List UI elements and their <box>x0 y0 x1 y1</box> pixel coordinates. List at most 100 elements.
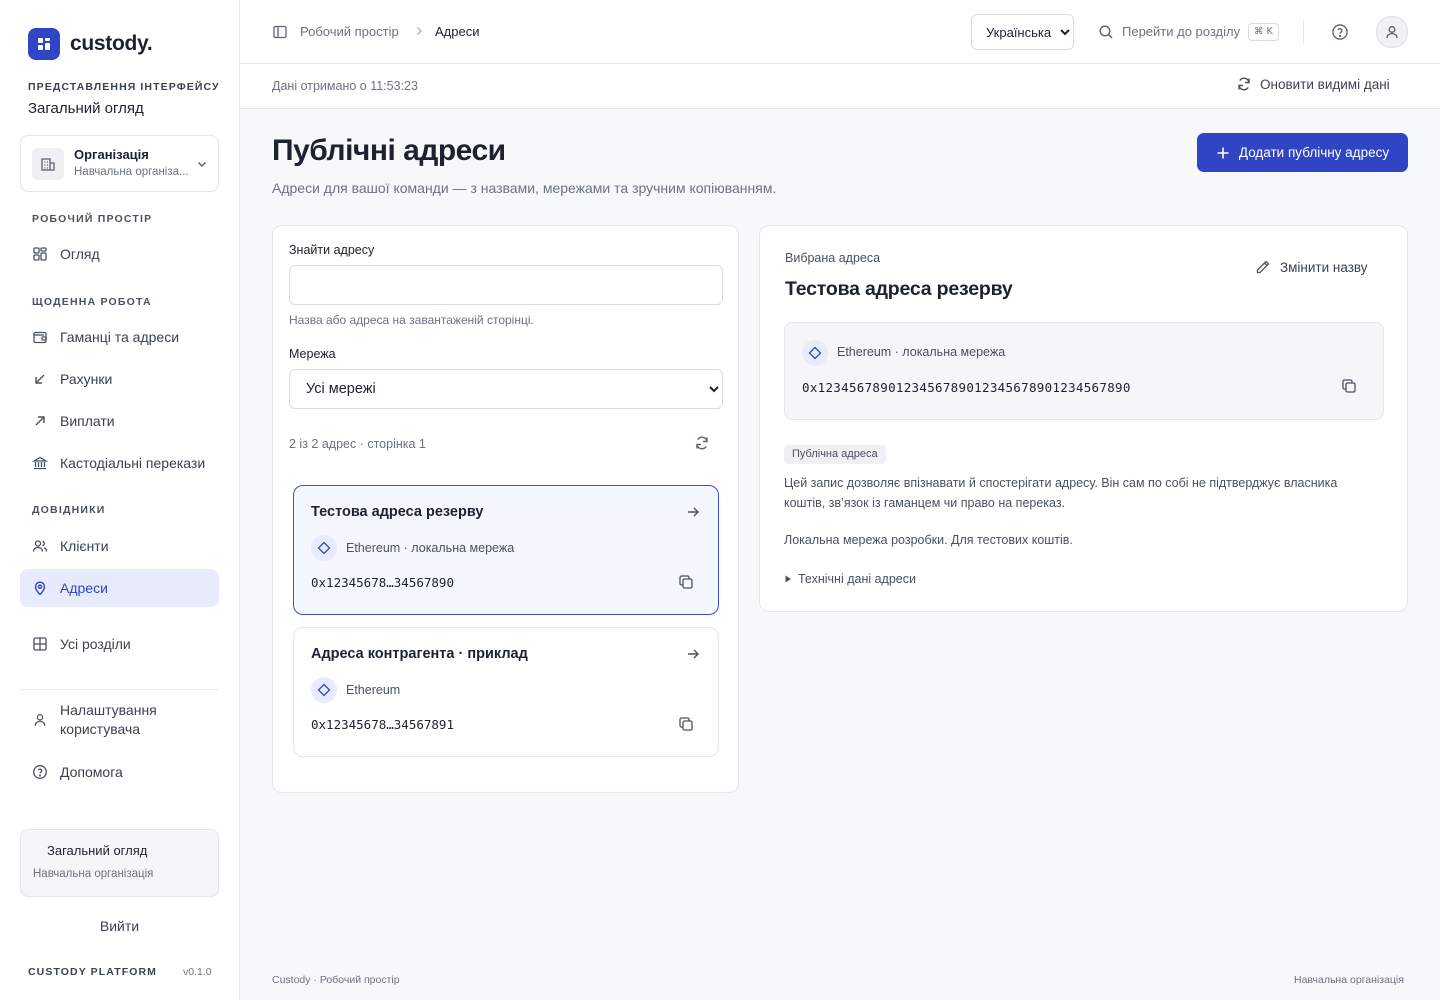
arrow-up-right-icon <box>32 413 48 429</box>
arrow-down-left-icon <box>32 371 48 387</box>
sidebar-item-invoices[interactable]: Рахунки <box>20 360 219 398</box>
network-select[interactable]: Усі мережі <box>289 369 723 409</box>
address-card-network: Ethereum <box>346 683 401 697</box>
logo-mark-icon <box>28 28 60 60</box>
sidebar-item-payouts[interactable]: Виплати <box>20 402 219 440</box>
ethereum-icon <box>802 340 828 366</box>
sidebar-item-overview[interactable]: Огляд <box>20 235 219 273</box>
bank-icon <box>32 455 48 471</box>
sidebar-item-label: Клієнти <box>60 538 109 554</box>
help-icon[interactable] <box>1331 23 1349 41</box>
add-public-address-button[interactable]: Додати публічну адресу <box>1197 133 1408 172</box>
status-bar: Дані отримано о 11:53:23 Оновити видимі … <box>240 64 1440 109</box>
ethereum-icon <box>311 535 337 561</box>
sidebar-item-custodial-transfers[interactable]: Кастодіальні перекази <box>20 444 219 482</box>
address-list-panel: Знайти адресу Назва або адреса на завант… <box>272 225 739 793</box>
sidebar-item-label: Усі розділи <box>60 636 131 652</box>
sidebar-item-wallets[interactable]: Гаманці та адреси <box>20 318 219 356</box>
breadcrumb-current: Адреси <box>435 24 480 39</box>
users-icon <box>32 538 48 554</box>
profile-org: Навчальна організація <box>33 868 154 880</box>
sidebar: custody. ПРЕДСТАВЛЕННЯ ІНТЕРФЕЙСУ Загаль… <box>0 0 240 1000</box>
section-search-button[interactable]: Перейти до розділу <box>1122 24 1240 39</box>
shortcut-badge: ⌘ K <box>1248 23 1279 41</box>
org-subtitle: Навчальна організа... <box>74 166 189 178</box>
address-card[interactable]: Тестова адреса резерву Ethereum · локаль… <box>293 485 719 615</box>
logout-button[interactable]: Вийти <box>20 918 219 934</box>
sidebar-item-help[interactable]: Допомога <box>20 753 219 791</box>
footer-right: Навчальна організація <box>1294 974 1404 986</box>
detail-label: Вибрана адреса <box>785 251 881 265</box>
profile-card[interactable]: Загальний огляд Навчальна організація <box>20 829 219 897</box>
sidebar-item-label: Адреси <box>60 580 108 596</box>
add-public-address-label: Додати публічну адресу <box>1238 145 1390 160</box>
user-icon <box>32 712 48 728</box>
address-card[interactable]: Адреса контрагента · приклад Ethereum 0x… <box>293 627 719 757</box>
address-detail-panel: Вибрана адреса Тестова адреса резерву Зм… <box>759 225 1408 612</box>
technical-details-toggle[interactable]: Технічні дані адреси <box>784 572 916 586</box>
sidebar-item-label: Огляд <box>60 246 100 262</box>
org-switcher[interactable]: Організація Навчальна організа... <box>20 135 219 192</box>
refresh-icon[interactable] <box>694 435 710 451</box>
detail-network: Ethereum · локальна мережа <box>837 345 1006 359</box>
sidebar-item-clients[interactable]: Клієнти <box>20 527 219 565</box>
copy-icon[interactable] <box>1341 378 1357 394</box>
footer-left: Custody · Робочий простір <box>272 974 400 986</box>
logo[interactable]: custody. <box>28 28 153 60</box>
copy-icon[interactable] <box>678 574 694 590</box>
search-label: Знайти адресу <box>289 243 375 257</box>
view-label: ПРЕДСТАВЛЕННЯ ІНТЕРФЕЙСУ <box>28 81 220 93</box>
plus-icon <box>1216 146 1230 160</box>
platform-label: CUSTODY PLATFORM <box>28 966 158 978</box>
sidebar-item-label: Виплати <box>60 413 115 429</box>
sidebar-divider <box>20 689 219 690</box>
detail-address: 0x12345678901234567890123456789012345678… <box>802 380 1131 395</box>
sidebar-toggle-icon[interactable] <box>272 24 288 40</box>
version-label: v0.1.0 <box>183 966 212 978</box>
status-badge: Публічна адреса <box>784 445 886 464</box>
nav-section-daily: ЩОДЕННА РОБОТА <box>32 296 152 308</box>
detail-title: Тестова адреса резерву <box>785 278 1013 300</box>
rename-button[interactable]: Змінити назву <box>1255 259 1368 275</box>
search-help: Назва або адреса на завантаженій сторінц… <box>289 313 534 327</box>
building-icon <box>32 148 64 180</box>
topbar: Робочий простір Адреси Українська Перейт… <box>240 0 1440 64</box>
table-icon <box>32 636 48 652</box>
ethereum-icon <box>311 677 337 703</box>
refresh-visible-label: Оновити видимі дані <box>1260 76 1390 92</box>
caret-right-icon <box>784 575 792 583</box>
language-select[interactable]: Українська <box>971 14 1074 50</box>
chevron-down-icon <box>195 157 209 171</box>
copy-icon[interactable] <box>678 716 694 732</box>
wallet-icon <box>32 329 48 345</box>
refresh-visible-button[interactable]: Оновити видимі дані <box>1236 76 1390 92</box>
address-box: Ethereum · локальна мережа 0x12345678901… <box>784 322 1384 420</box>
sidebar-item-addresses[interactable]: Адреси <box>20 569 219 607</box>
map-pin-icon <box>32 580 48 596</box>
search-icon[interactable] <box>1098 24 1114 40</box>
rename-label: Змінити назву <box>1280 259 1368 275</box>
grid-icon <box>32 246 48 262</box>
chevron-right-icon <box>413 25 425 37</box>
breadcrumb-workspace[interactable]: Робочий простір <box>300 24 399 39</box>
nav-section-references: ДОВІДНИКИ <box>32 504 106 516</box>
address-card-network: Ethereum · локальна мережа <box>346 541 515 555</box>
fetched-time: Дані отримано о 11:53:23 <box>272 79 418 93</box>
address-card-address: 0x12345678…34567891 <box>311 717 454 732</box>
sidebar-item-label: Налаштування користувача <box>60 702 157 737</box>
detail-network-note: Локальна мережа розробки. Для тестових к… <box>784 533 1073 547</box>
arrow-right-icon <box>686 647 700 661</box>
sidebar-item-user-settings[interactable]: Налаштування користувача <box>20 698 219 742</box>
refresh-icon <box>1236 76 1252 92</box>
avatar[interactable] <box>1376 16 1408 48</box>
view-value: Загальний огляд <box>28 100 144 117</box>
sidebar-item-all-sections[interactable]: Усі розділи <box>20 625 219 663</box>
sidebar-item-label: Кастодіальні перекази <box>60 455 206 471</box>
org-title: Організація <box>74 147 149 162</box>
address-search-input[interactable] <box>289 265 723 305</box>
address-card-address: 0x12345678…34567890 <box>311 575 454 590</box>
sidebar-item-label: Гаманці та адреси <box>60 329 180 345</box>
profile-name: Загальний огляд <box>47 843 148 858</box>
address-card-title: Тестова адреса резерву <box>311 504 484 520</box>
page-subtitle: Адреси для вашої команди — з назвами, ме… <box>272 180 777 196</box>
